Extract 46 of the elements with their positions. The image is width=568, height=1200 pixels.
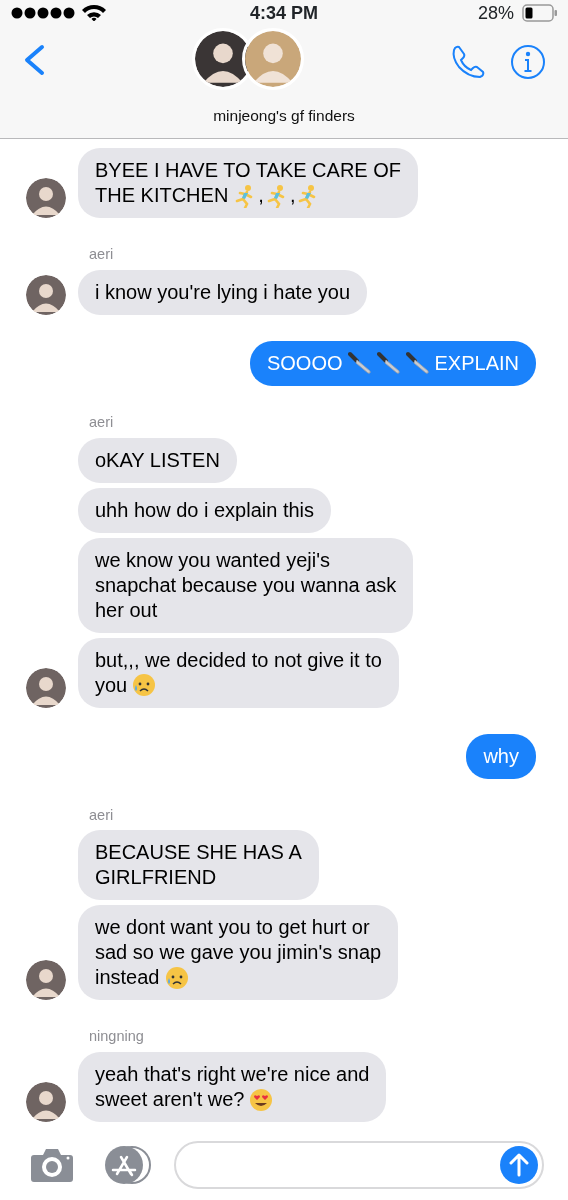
knife-icon: [405, 351, 430, 376]
back-icon[interactable]: [22, 44, 46, 76]
message-text: snapchat because you wanna ask: [95, 572, 397, 598]
message-text: ,: [289, 183, 296, 208]
sender-name: aeri: [89, 246, 114, 262]
message-text: instead: [95, 965, 160, 991]
message-text: you: [95, 672, 128, 698]
message-text: oKAY LISTEN: [95, 447, 220, 473]
battery-icon: [522, 4, 558, 22]
message-field[interactable]: [174, 1141, 544, 1189]
signal-icon: [10, 6, 75, 20]
message-text: we know you wanted yeji's: [95, 547, 331, 573]
sad-face-icon: [132, 673, 157, 697]
message-text: GIRLFRIEND: [95, 865, 217, 891]
phone-icon[interactable]: [450, 44, 486, 80]
avatar: [242, 28, 304, 90]
message-text: yeah that's right we're nice and: [95, 1062, 370, 1087]
message-text: we dont want you to get hurt or: [95, 915, 370, 941]
battery-percentage: 28%: [477, 1, 514, 25]
send-button[interactable]: [500, 1146, 538, 1184]
message-text: her out: [95, 597, 158, 623]
message-text: BYEE I HAVE TO TAKE CARE OF: [95, 158, 401, 183]
message-text: uhh how do i explain this: [95, 497, 315, 523]
info-icon[interactable]: [510, 44, 546, 80]
message-text: but,,, we decided to not give it to: [95, 647, 382, 673]
knife-icon: [347, 351, 372, 376]
sender-name: ningning: [89, 1028, 144, 1045]
status-time: 4:34 PM: [250, 3, 318, 23]
sender-name: aeri: [89, 413, 114, 430]
wifi-icon: [81, 5, 107, 21]
sad-face-icon: [164, 965, 189, 990]
message-text: BECAUSE SHE HAS A: [95, 840, 302, 866]
knife-icon: [376, 351, 401, 376]
camera-icon[interactable]: [30, 1147, 74, 1183]
message-text: i know you're lying i hate you: [95, 279, 351, 305]
message-text: why: [483, 743, 519, 769]
message-text: sweet aren't we?: [95, 1087, 245, 1112]
conversation-title: minjeong's gf finders: [213, 107, 355, 124]
arrow-up-icon: [509, 1153, 529, 1177]
sender-name: aeri: [89, 806, 114, 823]
message-text: THE KITCHEN: [95, 183, 229, 208]
message-text: SOOOO: [266, 350, 343, 376]
heart-eyes-face-icon: [249, 1087, 274, 1112]
message-text: EXPLAIN: [434, 350, 519, 376]
message-text: ,: [258, 183, 264, 208]
message-text: sad so we gave you jimin's snap: [95, 940, 382, 966]
